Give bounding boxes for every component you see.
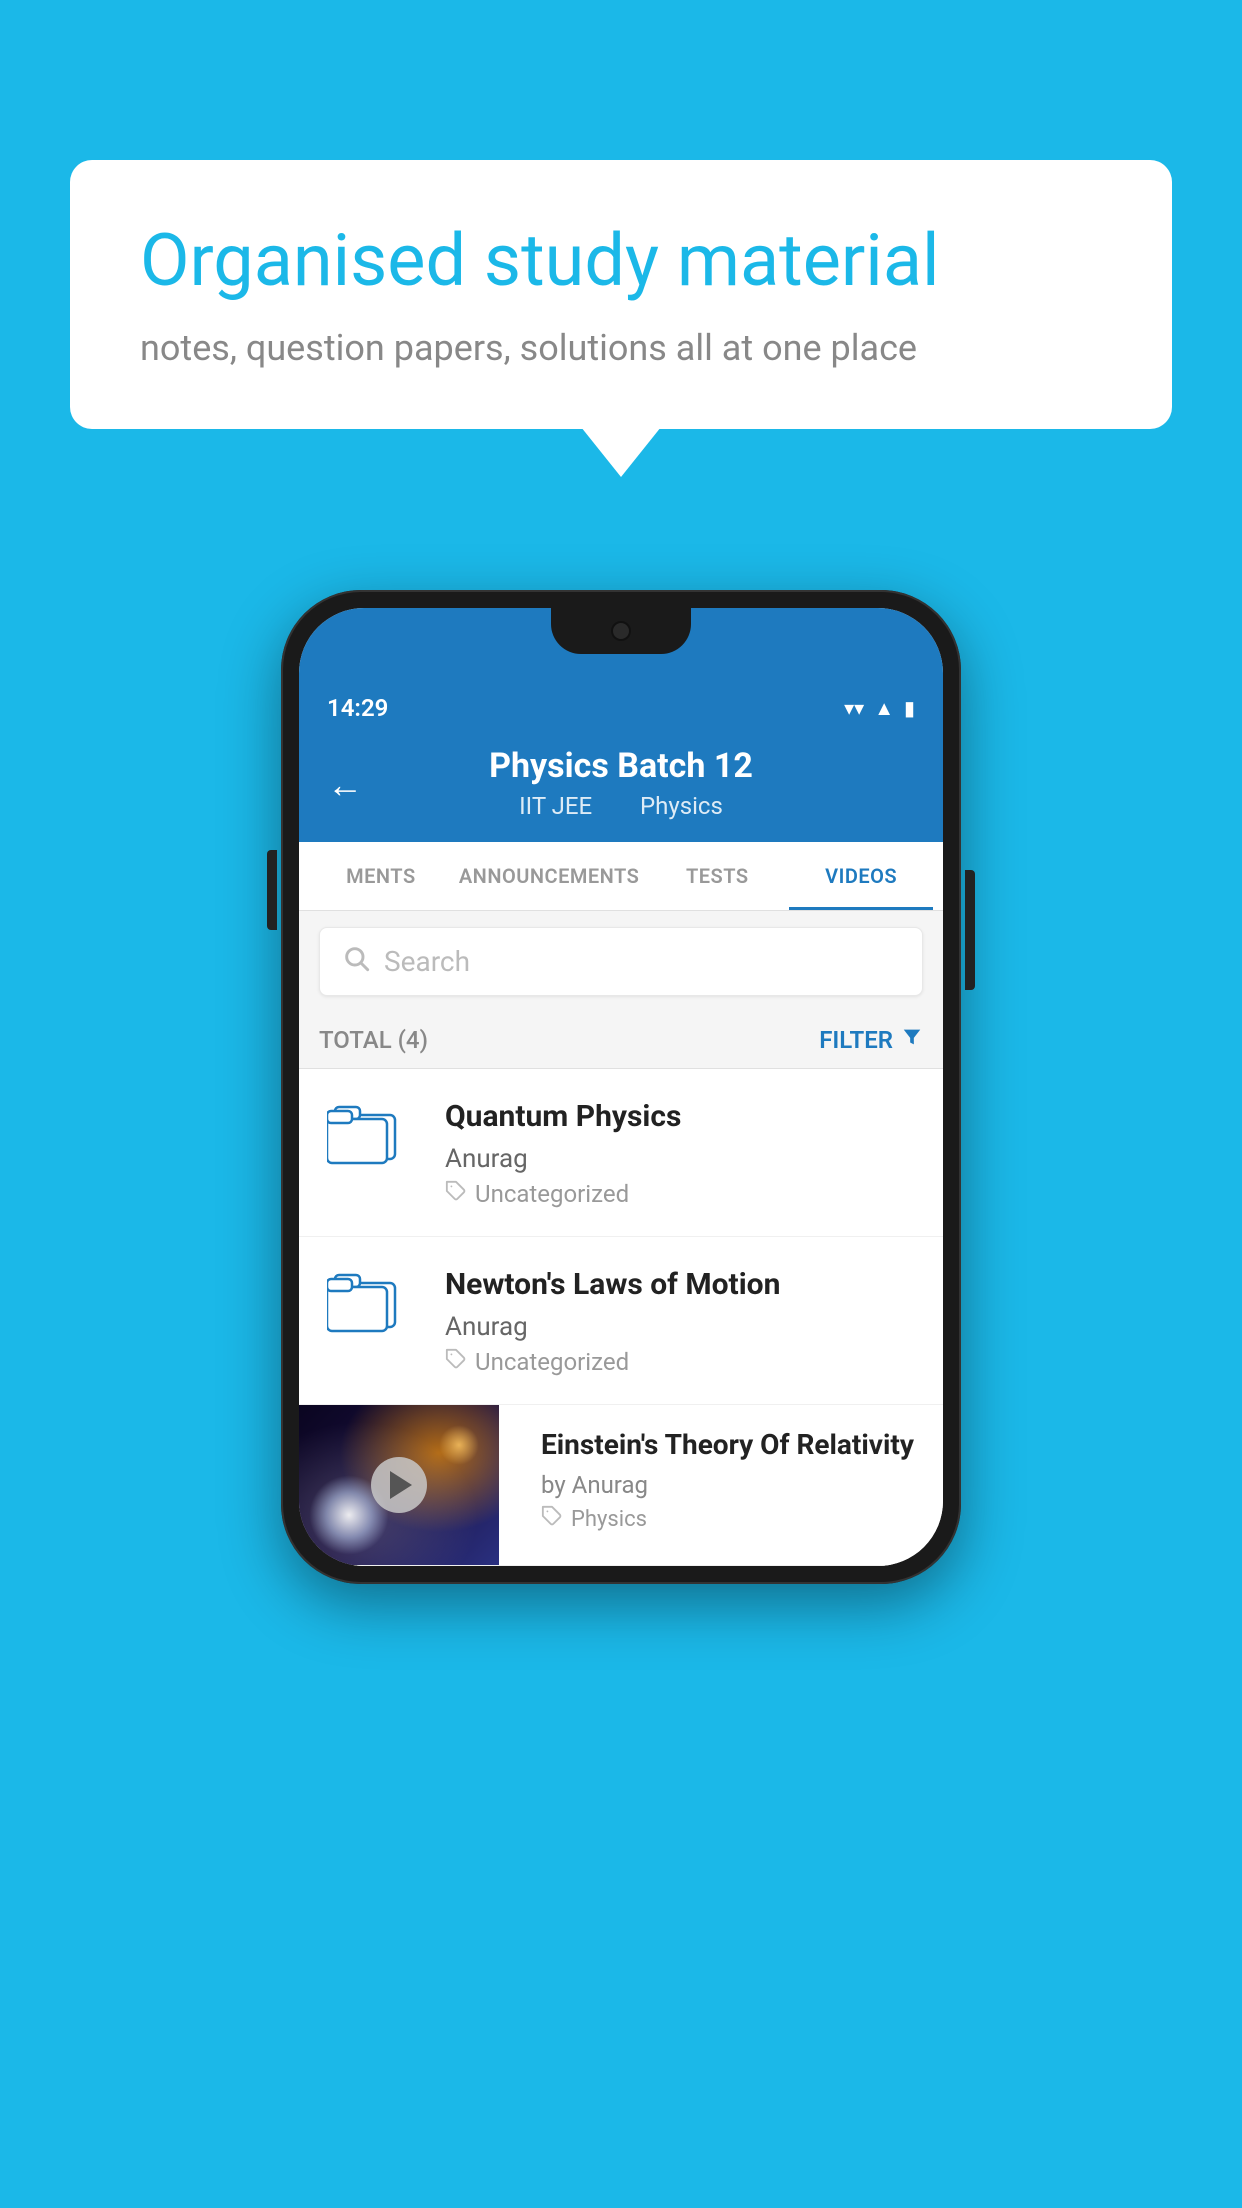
total-count: TOTAL (4) <box>319 1026 428 1054</box>
notch <box>551 608 691 654</box>
tag-icon-1 <box>445 1180 467 1208</box>
video-info-2: Newton's Laws of Motion Anurag Uncategor… <box>445 1265 921 1376</box>
video-tag-1: Uncategorized <box>445 1180 921 1208</box>
header-subtitle: IIT JEE Physics <box>327 792 915 820</box>
filter-button[interactable]: FILTER <box>819 1026 923 1054</box>
filter-label: FILTER <box>819 1026 893 1054</box>
notch-area <box>299 608 943 688</box>
video-thumb-1 <box>321 1097 421 1175</box>
camera <box>611 621 631 641</box>
bubble-subtitle: notes, question papers, solutions all at… <box>140 327 1102 369</box>
phone-outer: 14:29 ▾▾ ▲ ▮ ← Physics Batch 12 IIT JEE … <box>281 590 961 1584</box>
back-button[interactable]: ← <box>327 764 363 806</box>
play-triangle-icon <box>390 1471 412 1499</box>
header-subtitle-physics: Physics <box>640 792 723 820</box>
tab-videos[interactable]: VIDEOS <box>789 842 933 910</box>
video-info-3: Einstein's Theory Of Relativity by Anura… <box>523 1405 943 1555</box>
orb-2 <box>439 1425 479 1465</box>
video-info-1: Quantum Physics Anurag Uncategorized <box>445 1097 921 1208</box>
search-placeholder-text: Search <box>384 945 470 978</box>
speech-bubble: Organised study material notes, question… <box>70 160 1172 429</box>
status-time: 14:29 <box>327 694 388 722</box>
phone-mockup: 14:29 ▾▾ ▲ ▮ ← Physics Batch 12 IIT JEE … <box>281 590 961 1584</box>
video-tag-3: Physics <box>541 1505 925 1533</box>
header-subtitle-iit: IIT JEE <box>519 792 592 820</box>
bubble-title: Organised study material <box>140 220 1102 303</box>
video-title-2: Newton's Laws of Motion <box>445 1265 921 1304</box>
video-tag-2: Uncategorized <box>445 1348 921 1376</box>
wifi-icon: ▾▾ <box>844 696 864 720</box>
signal-icon: ▲ <box>874 696 894 721</box>
video-thumbnail-3 <box>299 1405 499 1565</box>
folder-icon-1 <box>327 1097 415 1175</box>
status-icons: ▾▾ ▲ ▮ <box>844 696 915 721</box>
app-header: ← Physics Batch 12 IIT JEE Physics <box>299 728 943 842</box>
folder-icon-2 <box>327 1265 415 1343</box>
tab-announcements[interactable]: ANNOUNCEMENTS <box>453 842 646 910</box>
speech-bubble-wrapper: Organised study material notes, question… <box>70 160 1172 429</box>
video-item[interactable]: Quantum Physics Anurag Uncategorized <box>299 1069 943 1237</box>
video-title-1: Quantum Physics <box>445 1097 921 1136</box>
video-thumb-2 <box>321 1265 421 1343</box>
tab-ments[interactable]: MENTS <box>309 842 453 910</box>
filter-icon <box>901 1026 923 1054</box>
tag-text-1: Uncategorized <box>475 1180 629 1208</box>
battery-icon: ▮ <box>904 696 915 720</box>
video-item-3[interactable]: Einstein's Theory Of Relativity by Anura… <box>299 1405 943 1566</box>
video-author-2: Anurag <box>445 1312 921 1342</box>
tab-tests[interactable]: TESTS <box>645 842 789 910</box>
tag-icon-3 <box>541 1505 563 1533</box>
search-input-wrapper[interactable]: Search <box>319 927 923 996</box>
header-title: Physics Batch 12 <box>327 746 915 786</box>
filter-bar: TOTAL (4) FILTER <box>299 1012 943 1069</box>
video-author-1: Anurag <box>445 1144 921 1174</box>
phone-inner: 14:29 ▾▾ ▲ ▮ ← Physics Batch 12 IIT JEE … <box>299 608 943 1566</box>
video-author-3: by Anurag <box>541 1471 925 1499</box>
tabs-bar: MENTS ANNOUNCEMENTS TESTS VIDEOS <box>299 842 943 911</box>
video-list: Quantum Physics Anurag Uncategorized <box>299 1069 943 1566</box>
tag-text-3: Physics <box>571 1507 647 1532</box>
search-bar-container: Search <box>299 911 943 1012</box>
status-bar: 14:29 ▾▾ ▲ ▮ <box>299 688 943 728</box>
video-item-2[interactable]: Newton's Laws of Motion Anurag Uncategor… <box>299 1237 943 1405</box>
video-title-3: Einstein's Theory Of Relativity <box>541 1427 925 1463</box>
play-button-3[interactable] <box>371 1457 427 1513</box>
tag-icon-2 <box>445 1348 467 1376</box>
search-icon <box>342 944 370 979</box>
tag-text-2: Uncategorized <box>475 1348 629 1376</box>
